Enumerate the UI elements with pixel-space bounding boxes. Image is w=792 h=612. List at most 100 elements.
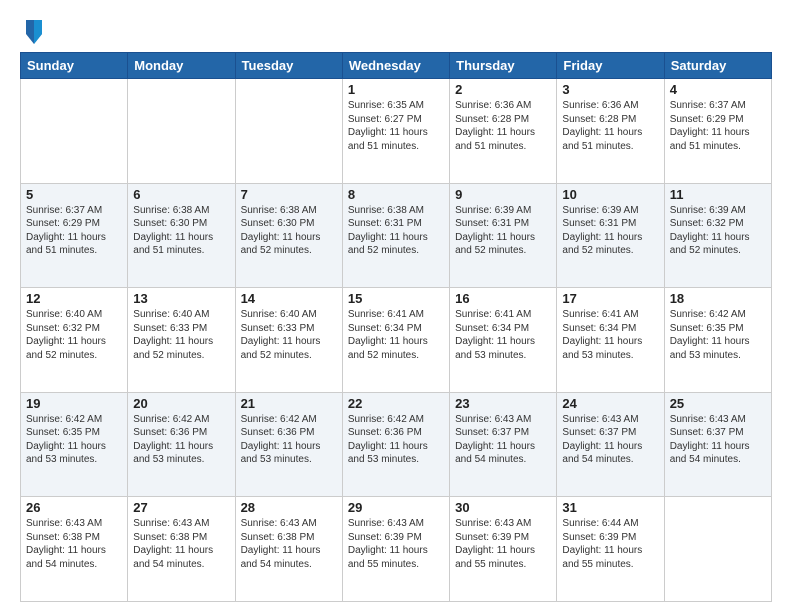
- cell-info: Sunrise: 6:39 AM Sunset: 6:32 PM Dayligh…: [670, 204, 766, 258]
- cell-info: Sunrise: 6:35 AM Sunset: 6:27 PM Dayligh…: [348, 99, 444, 153]
- cell-info: Sunrise: 6:42 AM Sunset: 6:36 PM Dayligh…: [241, 413, 337, 467]
- day-number: 23: [455, 396, 551, 411]
- day-number: 15: [348, 291, 444, 306]
- calendar-header-row: SundayMondayTuesdayWednesdayThursdayFrid…: [21, 53, 772, 79]
- header: [20, 16, 772, 44]
- calendar-cell: 30Sunrise: 6:43 AM Sunset: 6:39 PM Dayli…: [450, 497, 557, 602]
- calendar-cell: 13 Sunrise: 6:40 AM Sunset: 6:33 PM Dayli…: [128, 288, 235, 393]
- day-number: 10: [562, 187, 658, 202]
- calendar-cell: 14Sunrise: 6:40 AM Sunset: 6:33 PM Dayli…: [235, 288, 342, 393]
- cell-info: Sunrise: 6:40 AM Sunset: 6:33 PM Dayligh…: [133, 308, 229, 362]
- logo: [20, 16, 46, 44]
- calendar-cell: 19 Sunrise: 6:42 AM Sunset: 6:35 PM Dayli…: [21, 392, 128, 497]
- calendar-cell: [21, 79, 128, 184]
- col-header-saturday: Saturday: [664, 53, 771, 79]
- cell-info: Sunrise: 6:43 AM Sunset: 6:37 PM Dayligh…: [455, 413, 551, 467]
- cell-info: Sunrise: 6:44 AM Sunset: 6:39 PM Dayligh…: [562, 517, 658, 571]
- day-number: 16: [455, 291, 551, 306]
- cell-info: Sunrise: 6:39 AM Sunset: 6:31 PM Dayligh…: [455, 204, 551, 258]
- calendar-cell: [664, 497, 771, 602]
- cell-info: Sunrise: 6:38 AM Sunset: 6:30 PM Dayligh…: [133, 204, 229, 258]
- cell-info: Sunrise: 6:37 AM Sunset: 6:29 PM Dayligh…: [26, 204, 122, 258]
- logo-text: [20, 16, 46, 44]
- cell-info: Sunrise: 6:41 AM Sunset: 6:34 PM Dayligh…: [348, 308, 444, 362]
- calendar-cell: 17 Sunrise: 6:41 AM Sunset: 6:34 PM Dayli…: [557, 288, 664, 393]
- cell-info: Sunrise: 6:42 AM Sunset: 6:35 PM Dayligh…: [670, 308, 766, 362]
- calendar-week-2: 5 Sunrise: 6:37 AM Sunset: 6:29 PM Daylig…: [21, 183, 772, 288]
- col-header-sunday: Sunday: [21, 53, 128, 79]
- logo-icon: [22, 16, 46, 44]
- calendar-cell: 11 Sunrise: 6:39 AM Sunset: 6:32 PM Dayli…: [664, 183, 771, 288]
- calendar-cell: 20Sunrise: 6:42 AM Sunset: 6:36 PM Dayli…: [128, 392, 235, 497]
- cell-info: Sunrise: 6:42 AM Sunset: 6:35 PM Dayligh…: [26, 413, 122, 467]
- calendar-cell: [128, 79, 235, 184]
- col-header-tuesday: Tuesday: [235, 53, 342, 79]
- calendar: SundayMondayTuesdayWednesdayThursdayFrid…: [20, 52, 772, 602]
- day-number: 25: [670, 396, 766, 411]
- day-number: 9: [455, 187, 551, 202]
- cell-info: Sunrise: 6:40 AM Sunset: 6:32 PM Dayligh…: [26, 308, 122, 362]
- day-number: 19: [26, 396, 122, 411]
- day-number: 31: [562, 500, 658, 515]
- day-number: 11: [670, 187, 766, 202]
- calendar-week-3: 12 Sunrise: 6:40 AM Sunset: 6:32 PM Dayli…: [21, 288, 772, 393]
- calendar-week-5: 26 Sunrise: 6:43 AM Sunset: 6:38 PM Dayli…: [21, 497, 772, 602]
- day-number: 12: [26, 291, 122, 306]
- calendar-cell: 7Sunrise: 6:38 AM Sunset: 6:30 PM Daylig…: [235, 183, 342, 288]
- calendar-cell: 29Sunrise: 6:43 AM Sunset: 6:39 PM Dayli…: [342, 497, 449, 602]
- day-number: 14: [241, 291, 337, 306]
- day-number: 24: [562, 396, 658, 411]
- day-number: 30: [455, 500, 551, 515]
- day-number: 28: [241, 500, 337, 515]
- calendar-cell: 25Sunrise: 6:43 AM Sunset: 6:37 PM Dayli…: [664, 392, 771, 497]
- calendar-cell: 5 Sunrise: 6:37 AM Sunset: 6:29 PM Daylig…: [21, 183, 128, 288]
- day-number: 2: [455, 82, 551, 97]
- col-header-monday: Monday: [128, 53, 235, 79]
- cell-info: Sunrise: 6:36 AM Sunset: 6:28 PM Dayligh…: [562, 99, 658, 153]
- calendar-cell: 10 Sunrise: 6:39 AM Sunset: 6:31 PM Dayli…: [557, 183, 664, 288]
- calendar-cell: 21 Sunrise: 6:42 AM Sunset: 6:36 PM Dayli…: [235, 392, 342, 497]
- col-header-thursday: Thursday: [450, 53, 557, 79]
- calendar-cell: 2 Sunrise: 6:36 AM Sunset: 6:28 PM Daylig…: [450, 79, 557, 184]
- cell-info: Sunrise: 6:43 AM Sunset: 6:37 PM Dayligh…: [562, 413, 658, 467]
- day-number: 8: [348, 187, 444, 202]
- day-number: 27: [133, 500, 229, 515]
- day-number: 5: [26, 187, 122, 202]
- col-header-friday: Friday: [557, 53, 664, 79]
- calendar-cell: 23 Sunrise: 6:43 AM Sunset: 6:37 PM Dayli…: [450, 392, 557, 497]
- calendar-cell: 26 Sunrise: 6:43 AM Sunset: 6:38 PM Dayli…: [21, 497, 128, 602]
- cell-info: Sunrise: 6:41 AM Sunset: 6:34 PM Dayligh…: [455, 308, 551, 362]
- day-number: 1: [348, 82, 444, 97]
- calendar-cell: 1 Sunrise: 6:35 AM Sunset: 6:27 PM Daylig…: [342, 79, 449, 184]
- calendar-cell: 9 Sunrise: 6:39 AM Sunset: 6:31 PM Daylig…: [450, 183, 557, 288]
- calendar-cell: 3 Sunrise: 6:36 AM Sunset: 6:28 PM Daylig…: [557, 79, 664, 184]
- day-number: 18: [670, 291, 766, 306]
- cell-info: Sunrise: 6:39 AM Sunset: 6:31 PM Dayligh…: [562, 204, 658, 258]
- cell-info: Sunrise: 6:43 AM Sunset: 6:38 PM Dayligh…: [26, 517, 122, 571]
- day-number: 21: [241, 396, 337, 411]
- day-number: 20: [133, 396, 229, 411]
- day-number: 13: [133, 291, 229, 306]
- day-number: 26: [26, 500, 122, 515]
- page: SundayMondayTuesdayWednesdayThursdayFrid…: [0, 0, 792, 612]
- day-number: 29: [348, 500, 444, 515]
- cell-info: Sunrise: 6:37 AM Sunset: 6:29 PM Dayligh…: [670, 99, 766, 153]
- calendar-cell: 31 Sunrise: 6:44 AM Sunset: 6:39 PM Dayli…: [557, 497, 664, 602]
- cell-info: Sunrise: 6:36 AM Sunset: 6:28 PM Dayligh…: [455, 99, 551, 153]
- day-number: 6: [133, 187, 229, 202]
- cell-info: Sunrise: 6:43 AM Sunset: 6:38 PM Dayligh…: [133, 517, 229, 571]
- calendar-week-4: 19 Sunrise: 6:42 AM Sunset: 6:35 PM Dayli…: [21, 392, 772, 497]
- calendar-cell: 22Sunrise: 6:42 AM Sunset: 6:36 PM Dayli…: [342, 392, 449, 497]
- calendar-cell: 12 Sunrise: 6:40 AM Sunset: 6:32 PM Dayli…: [21, 288, 128, 393]
- calendar-week-1: 1 Sunrise: 6:35 AM Sunset: 6:27 PM Daylig…: [21, 79, 772, 184]
- calendar-cell: 8 Sunrise: 6:38 AM Sunset: 6:31 PM Daylig…: [342, 183, 449, 288]
- calendar-cell: [235, 79, 342, 184]
- cell-info: Sunrise: 6:38 AM Sunset: 6:31 PM Dayligh…: [348, 204, 444, 258]
- calendar-cell: 16 Sunrise: 6:41 AM Sunset: 6:34 PM Dayli…: [450, 288, 557, 393]
- cell-info: Sunrise: 6:41 AM Sunset: 6:34 PM Dayligh…: [562, 308, 658, 362]
- day-number: 4: [670, 82, 766, 97]
- day-number: 3: [562, 82, 658, 97]
- day-number: 17: [562, 291, 658, 306]
- calendar-cell: 24 Sunrise: 6:43 AM Sunset: 6:37 PM Dayli…: [557, 392, 664, 497]
- calendar-cell: 28Sunrise: 6:43 AM Sunset: 6:38 PM Dayli…: [235, 497, 342, 602]
